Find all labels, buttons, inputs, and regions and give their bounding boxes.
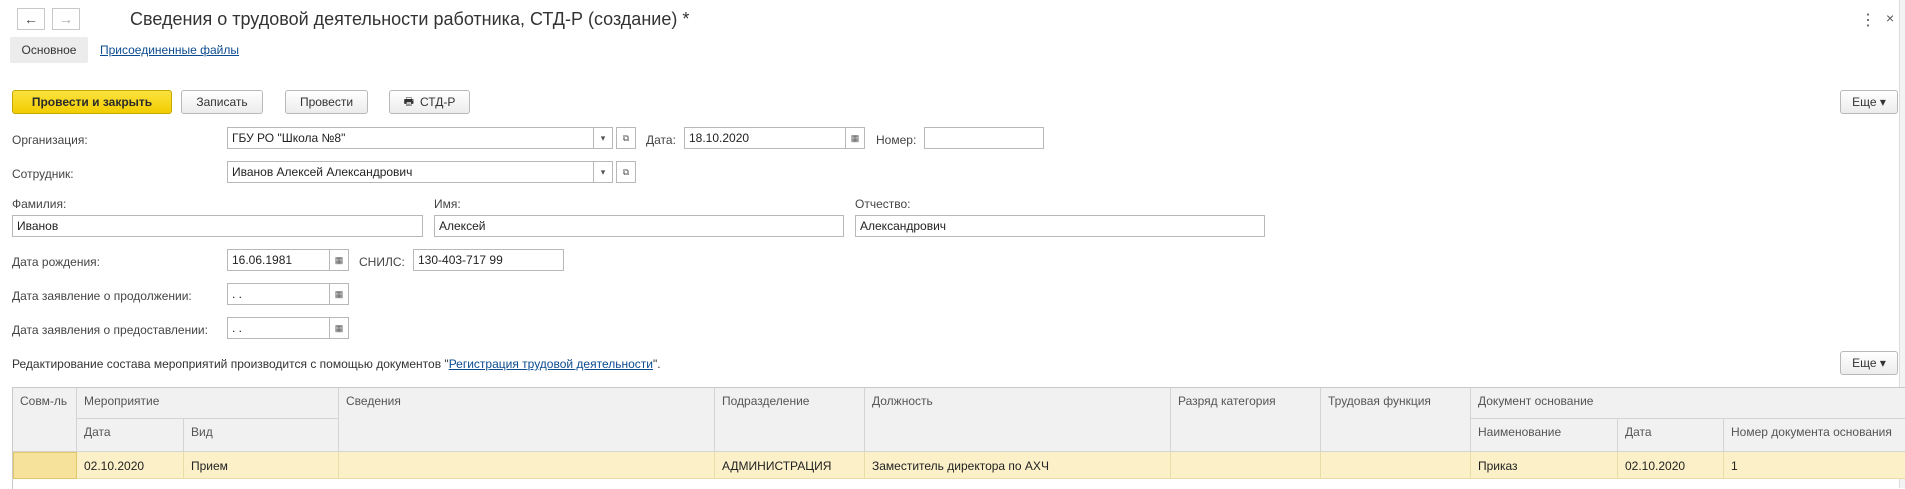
number-label: Номер: [876, 133, 917, 147]
number-field[interactable] [924, 127, 1044, 149]
col-position-header[interactable]: Должность [865, 388, 1171, 452]
lastname-label: Фамилия: [12, 197, 67, 211]
organization-open-icon[interactable]: ⧉ [616, 127, 636, 149]
cell-doc-number[interactable]: 1 [1724, 452, 1905, 479]
continue-date-calendar-icon[interactable]: ▦ [329, 283, 349, 305]
birthdate-label: Дата рождения: [12, 255, 100, 269]
forward-button[interactable]: → [52, 8, 80, 30]
tab-main[interactable]: Основное [10, 37, 88, 63]
provide-date-label: Дата заявления о предоставлении: [12, 323, 208, 337]
patronymic-label: Отчество: [855, 197, 911, 211]
col-event-kind-header[interactable]: Вид [184, 419, 339, 452]
col-department-header[interactable]: Подразделение [715, 388, 865, 452]
snils-label: СНИЛС: [359, 255, 405, 269]
birthdate-field[interactable]: 16.06.1981 [227, 249, 330, 271]
firstname-label: Имя: [434, 197, 461, 211]
employee-open-icon[interactable]: ⧉ [616, 161, 636, 183]
col-doc-number-header[interactable]: Номер документа основания [1724, 419, 1905, 452]
tab-main-label: Основное [21, 43, 77, 57]
cell-position[interactable]: Заместитель директора по АХЧ [865, 452, 1171, 479]
date-field[interactable]: 18.10.2020 [684, 127, 846, 149]
save-button[interactable]: Записать [181, 90, 263, 114]
registration-link[interactable]: Регистрация трудовой деятельности [449, 357, 653, 371]
close-icon[interactable]: × [1886, 10, 1894, 26]
edit-info-prefix: Редактирование состава мероприятий произ… [12, 357, 449, 371]
col-function-header[interactable]: Трудовая функция [1321, 388, 1471, 452]
organization-label: Организация: [12, 133, 88, 147]
employee-dropdown-icon[interactable]: ▾ [593, 161, 613, 183]
cell-event-kind[interactable]: Прием [184, 452, 339, 479]
date-calendar-icon[interactable]: ▦ [845, 127, 865, 149]
employee-field[interactable]: Иванов Алексей Александрович [227, 161, 595, 183]
organization-field[interactable]: ГБУ РО "Школа №8" [227, 127, 595, 149]
cell-function[interactable] [1321, 452, 1471, 479]
cell-details[interactable] [339, 452, 715, 479]
continue-date-field[interactable]: . . [227, 283, 330, 305]
cell-event-date[interactable]: 02.10.2020 [77, 452, 184, 479]
std-r-label: СТД-Р [420, 95, 456, 109]
std-r-print-button[interactable]: 🖶 СТД-Р [389, 90, 470, 114]
back-button[interactable]: ← [17, 8, 45, 30]
cell-doc-date[interactable]: 02.10.2020 [1618, 452, 1724, 479]
arrow-left-icon: ← [24, 11, 38, 27]
printer-icon: 🖶 [403, 95, 415, 108]
cell-doc-name[interactable]: Приказ [1471, 452, 1618, 479]
continue-date-label: Дата заявление о продолжении: [12, 289, 192, 303]
organization-dropdown-icon[interactable]: ▾ [593, 127, 613, 149]
tab-attached-files[interactable]: Присоединенные файлы [100, 43, 239, 57]
lastname-field[interactable]: Иванов [12, 215, 423, 237]
more-vertical-icon[interactable]: ⋮ [1860, 10, 1876, 30]
provide-date-field[interactable]: . . [227, 317, 330, 339]
firstname-field[interactable]: Алексей [434, 215, 844, 237]
table-more-button[interactable]: Еще ▾ [1840, 351, 1898, 375]
events-table: Совм-ль Мероприятие Дата Вид Сведения По… [12, 387, 1905, 489]
arrow-right-icon: → [59, 11, 73, 27]
snils-field[interactable]: 130-403-717 99 [413, 249, 564, 271]
col-doc-name-header[interactable]: Наименование [1471, 419, 1618, 452]
col-details-header[interactable]: Сведения [339, 388, 715, 452]
more-button[interactable]: Еще ▾ [1840, 90, 1898, 114]
edit-info-text: Редактирование состава мероприятий произ… [12, 357, 661, 371]
col-grade-header[interactable]: Разряд категория [1171, 388, 1321, 452]
col-doc-date-header[interactable]: Дата [1618, 419, 1724, 452]
col-event-date-header[interactable]: Дата [77, 419, 184, 452]
employee-label: Сотрудник: [12, 167, 74, 181]
birthdate-calendar-icon[interactable]: ▦ [329, 249, 349, 271]
patronymic-field[interactable]: Александрович [855, 215, 1265, 237]
page-title: Сведения о трудовой деятельности работни… [130, 9, 690, 29]
cell-department[interactable]: АДМИНИСТРАЦИЯ [715, 452, 865, 479]
date-label: Дата: [646, 133, 676, 147]
post-button[interactable]: Провести [285, 90, 368, 114]
edit-info-suffix: ". [653, 357, 661, 371]
col-doc-basis-header[interactable]: Документ основание [1471, 388, 1905, 419]
provide-date-calendar-icon[interactable]: ▦ [329, 317, 349, 339]
post-and-close-button[interactable]: Провести и закрыть [12, 90, 172, 114]
cell-grade[interactable] [1171, 452, 1321, 479]
cell-sovm[interactable] [13, 452, 77, 479]
col-event-header[interactable]: Мероприятие [77, 388, 339, 419]
col-sovm-header[interactable]: Совм-ль [13, 388, 77, 452]
